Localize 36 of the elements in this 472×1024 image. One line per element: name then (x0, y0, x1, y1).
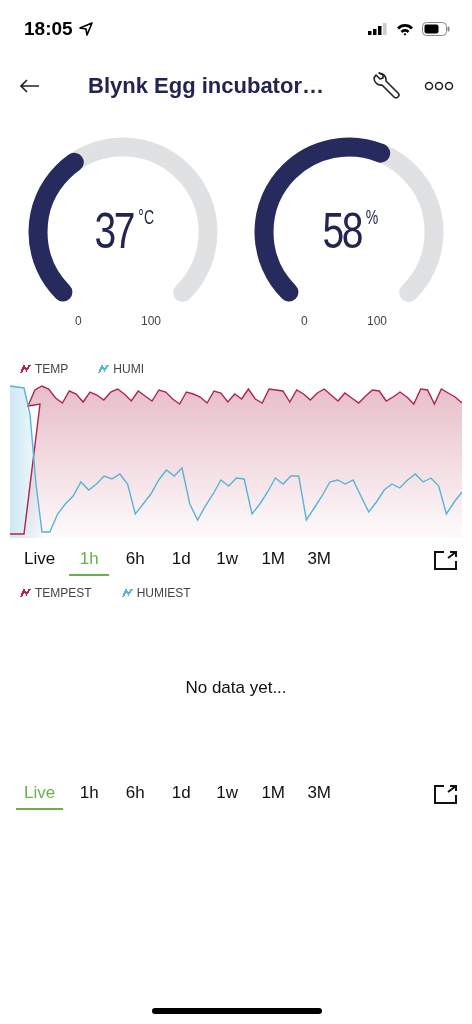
signal-icon (368, 23, 388, 35)
wrench-icon[interactable] (372, 72, 400, 100)
empty-message: No data yet... (185, 678, 287, 698)
device-title: Blynk Egg incubator… (87, 73, 325, 99)
gauge-unit: °C (137, 206, 154, 229)
range-tab[interactable]: 1M (253, 778, 294, 810)
gauge-min: 0 (75, 314, 82, 328)
range-tab[interactable]: 6h (115, 778, 156, 810)
legend-label: HUMI (113, 362, 144, 376)
more-icon[interactable] (424, 81, 454, 91)
legend-label: TEMPEST (35, 586, 92, 600)
range-tab[interactable]: 1h (69, 778, 110, 810)
expand-icon[interactable] (434, 784, 458, 804)
range-tab[interactable]: 3M (299, 778, 340, 810)
legend-label: HUMIEST (136, 586, 191, 600)
range-tab[interactable]: Live (16, 544, 64, 576)
range-tab[interactable]: 6h (115, 544, 156, 576)
battery-icon (422, 22, 450, 36)
expand-icon[interactable] (434, 550, 458, 570)
gauge-max: 100 (141, 314, 162, 328)
range-tab[interactable]: 1w (207, 544, 248, 576)
range-tab[interactable]: 3M (299, 544, 340, 576)
gauge-min: 0 (301, 314, 308, 328)
gauge-value: 58 (322, 206, 362, 256)
status-time: 18:05 (24, 18, 73, 40)
back-arrow-icon[interactable] (20, 79, 40, 93)
gauge-value: 37 (94, 206, 134, 256)
range-tab[interactable]: 1d (161, 544, 202, 576)
range-tab[interactable]: 1w (207, 778, 248, 810)
gauge-max: 100 (367, 314, 388, 328)
wifi-icon (396, 22, 414, 36)
gauge-unit: % (365, 206, 379, 229)
location-arrow-icon (78, 22, 93, 36)
range-tab[interactable]: 1M (253, 544, 294, 576)
legend-label: TEMP (35, 362, 69, 376)
range-tab[interactable]: 1d (161, 778, 202, 810)
